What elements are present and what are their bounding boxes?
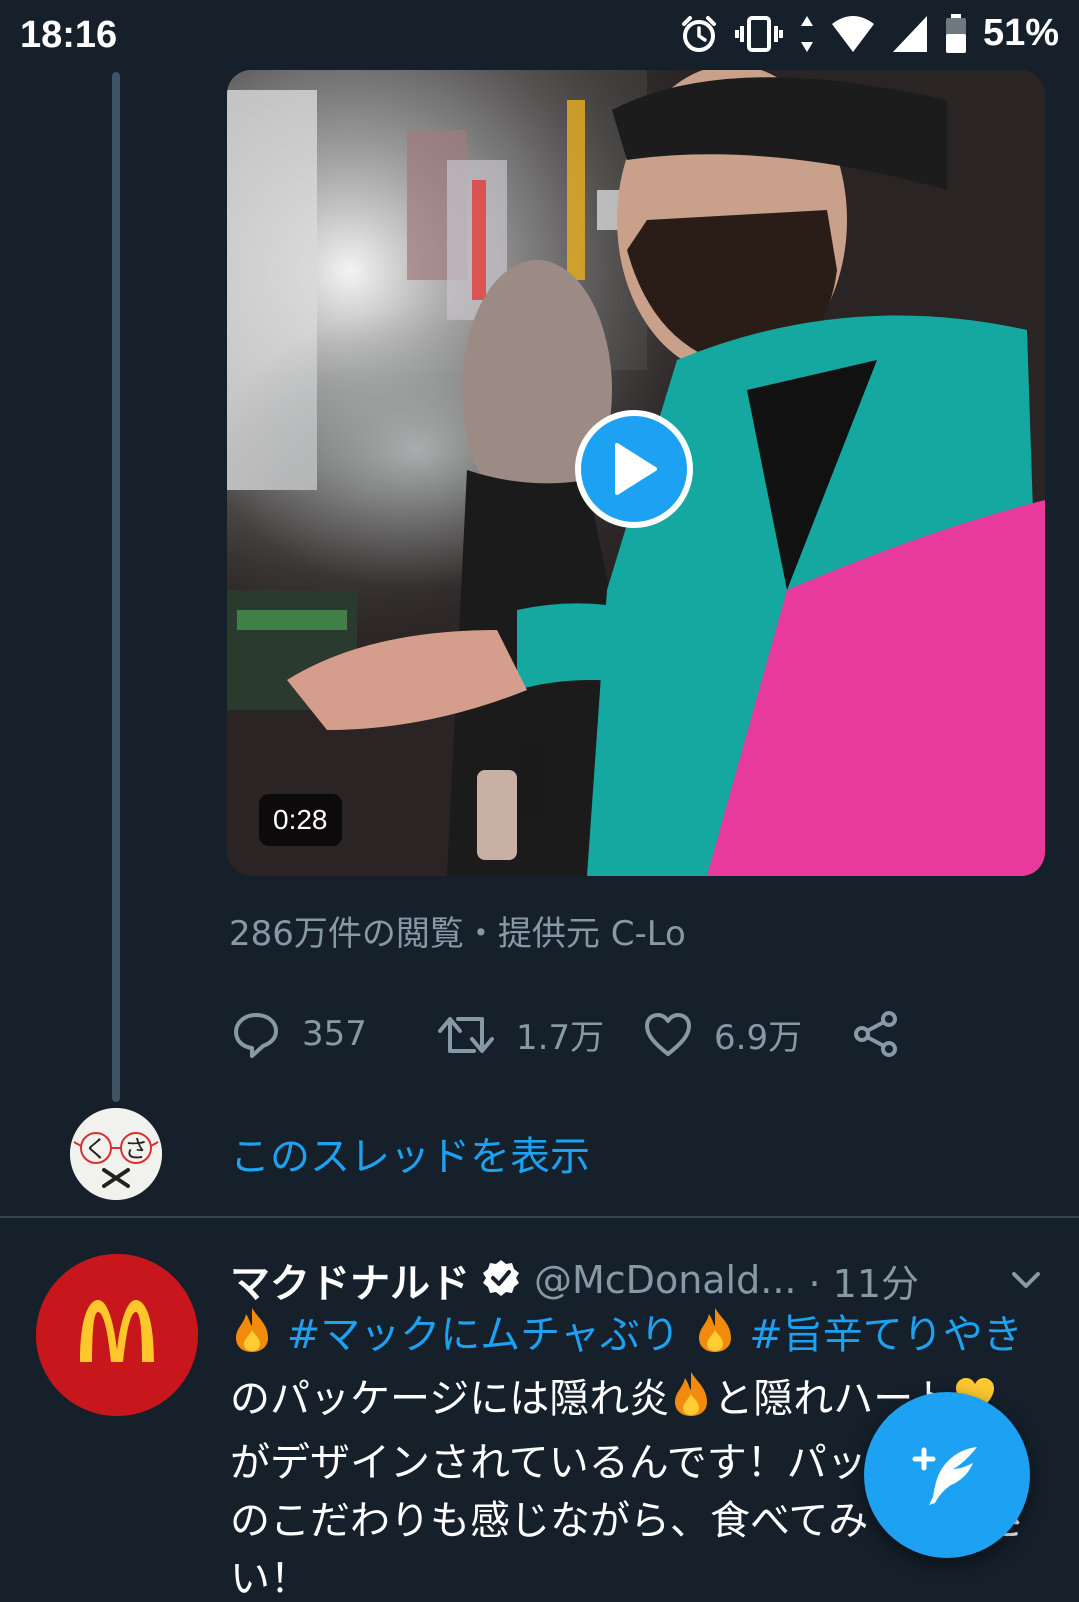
fire-emoji-icon bbox=[669, 1370, 713, 1434]
avatar-char-left: く bbox=[84, 1135, 108, 1163]
video-player[interactable]: 0:28 bbox=[227, 70, 1045, 876]
thread-line bbox=[112, 72, 120, 1102]
status-bar: 18:16 51% bbox=[0, 0, 1079, 72]
screen: 18:16 51% 0:28 286万件の閲覧・提供元 C-Lo 357 1.7… bbox=[0, 0, 1079, 1602]
signal-icon bbox=[892, 15, 927, 52]
reply-icon bbox=[234, 1013, 278, 1058]
data-arrows-icon bbox=[800, 15, 813, 52]
avatar-drawing: く さ bbox=[70, 1108, 162, 1200]
author-handle[interactable]: @McDonald... bbox=[534, 1258, 796, 1302]
mcdonalds-avatar[interactable] bbox=[36, 1254, 198, 1416]
tweet-actions: 357 1.7万 6.9万 bbox=[232, 1010, 932, 1062]
verified-badge-icon bbox=[482, 1259, 520, 1301]
fire-emoji-icon bbox=[230, 1306, 274, 1370]
view-count: 286万件の閲覧・提供元 C-Lo bbox=[229, 914, 686, 954]
play-button[interactable] bbox=[575, 410, 693, 528]
reply-button[interactable]: 357 bbox=[232, 1010, 367, 1058]
like-button[interactable]: 6.9万 bbox=[644, 1010, 802, 1059]
tweet-text-part: のパッケージには隠れ炎 bbox=[230, 1376, 670, 1422]
tweet-timestamp: · 11分 bbox=[808, 1261, 919, 1306]
chevron-down-icon[interactable] bbox=[1008, 1262, 1044, 1298]
video-duration: 0:28 bbox=[259, 794, 342, 846]
retweet-button[interactable]: 1.7万 bbox=[438, 1010, 604, 1059]
status-icons: 51% bbox=[679, 12, 1059, 55]
mcdonalds-logo-icon bbox=[36, 1254, 198, 1416]
retweet-count: 1.7万 bbox=[516, 1018, 605, 1058]
vibrate-icon bbox=[734, 15, 783, 52]
tweet-header: マクドナルド @McDonald... · 11分 bbox=[230, 1252, 1050, 1308]
reply-count: 357 bbox=[302, 1014, 367, 1054]
author-name[interactable]: マクドナルド bbox=[230, 1251, 470, 1309]
retweet-icon bbox=[438, 1016, 494, 1053]
alarm-icon bbox=[681, 15, 716, 52]
wifi-icon bbox=[831, 15, 874, 52]
play-icon bbox=[615, 443, 657, 495]
fire-emoji-icon bbox=[693, 1306, 737, 1370]
divider bbox=[0, 1216, 1079, 1218]
compose-feather-icon bbox=[912, 1447, 977, 1505]
share-icon bbox=[854, 1011, 897, 1057]
hashtag-link[interactable]: #マックにムチャぶり bbox=[287, 1312, 680, 1358]
show-thread-link[interactable]: このスレッドを表示 bbox=[230, 1124, 590, 1182]
avatar-char-right: さ bbox=[124, 1135, 148, 1163]
status-time: 18:16 bbox=[20, 14, 118, 56]
thread-avatar[interactable]: く さ bbox=[70, 1108, 162, 1200]
battery-icon bbox=[945, 13, 966, 53]
battery-percent: 51% bbox=[982, 12, 1059, 54]
like-count: 6.9万 bbox=[714, 1018, 803, 1058]
share-button[interactable] bbox=[852, 1010, 900, 1058]
hashtag-link[interactable]: #旨辛てりやき bbox=[749, 1312, 1023, 1358]
compose-tweet-button[interactable] bbox=[864, 1392, 1030, 1558]
heart-icon bbox=[645, 1012, 691, 1056]
